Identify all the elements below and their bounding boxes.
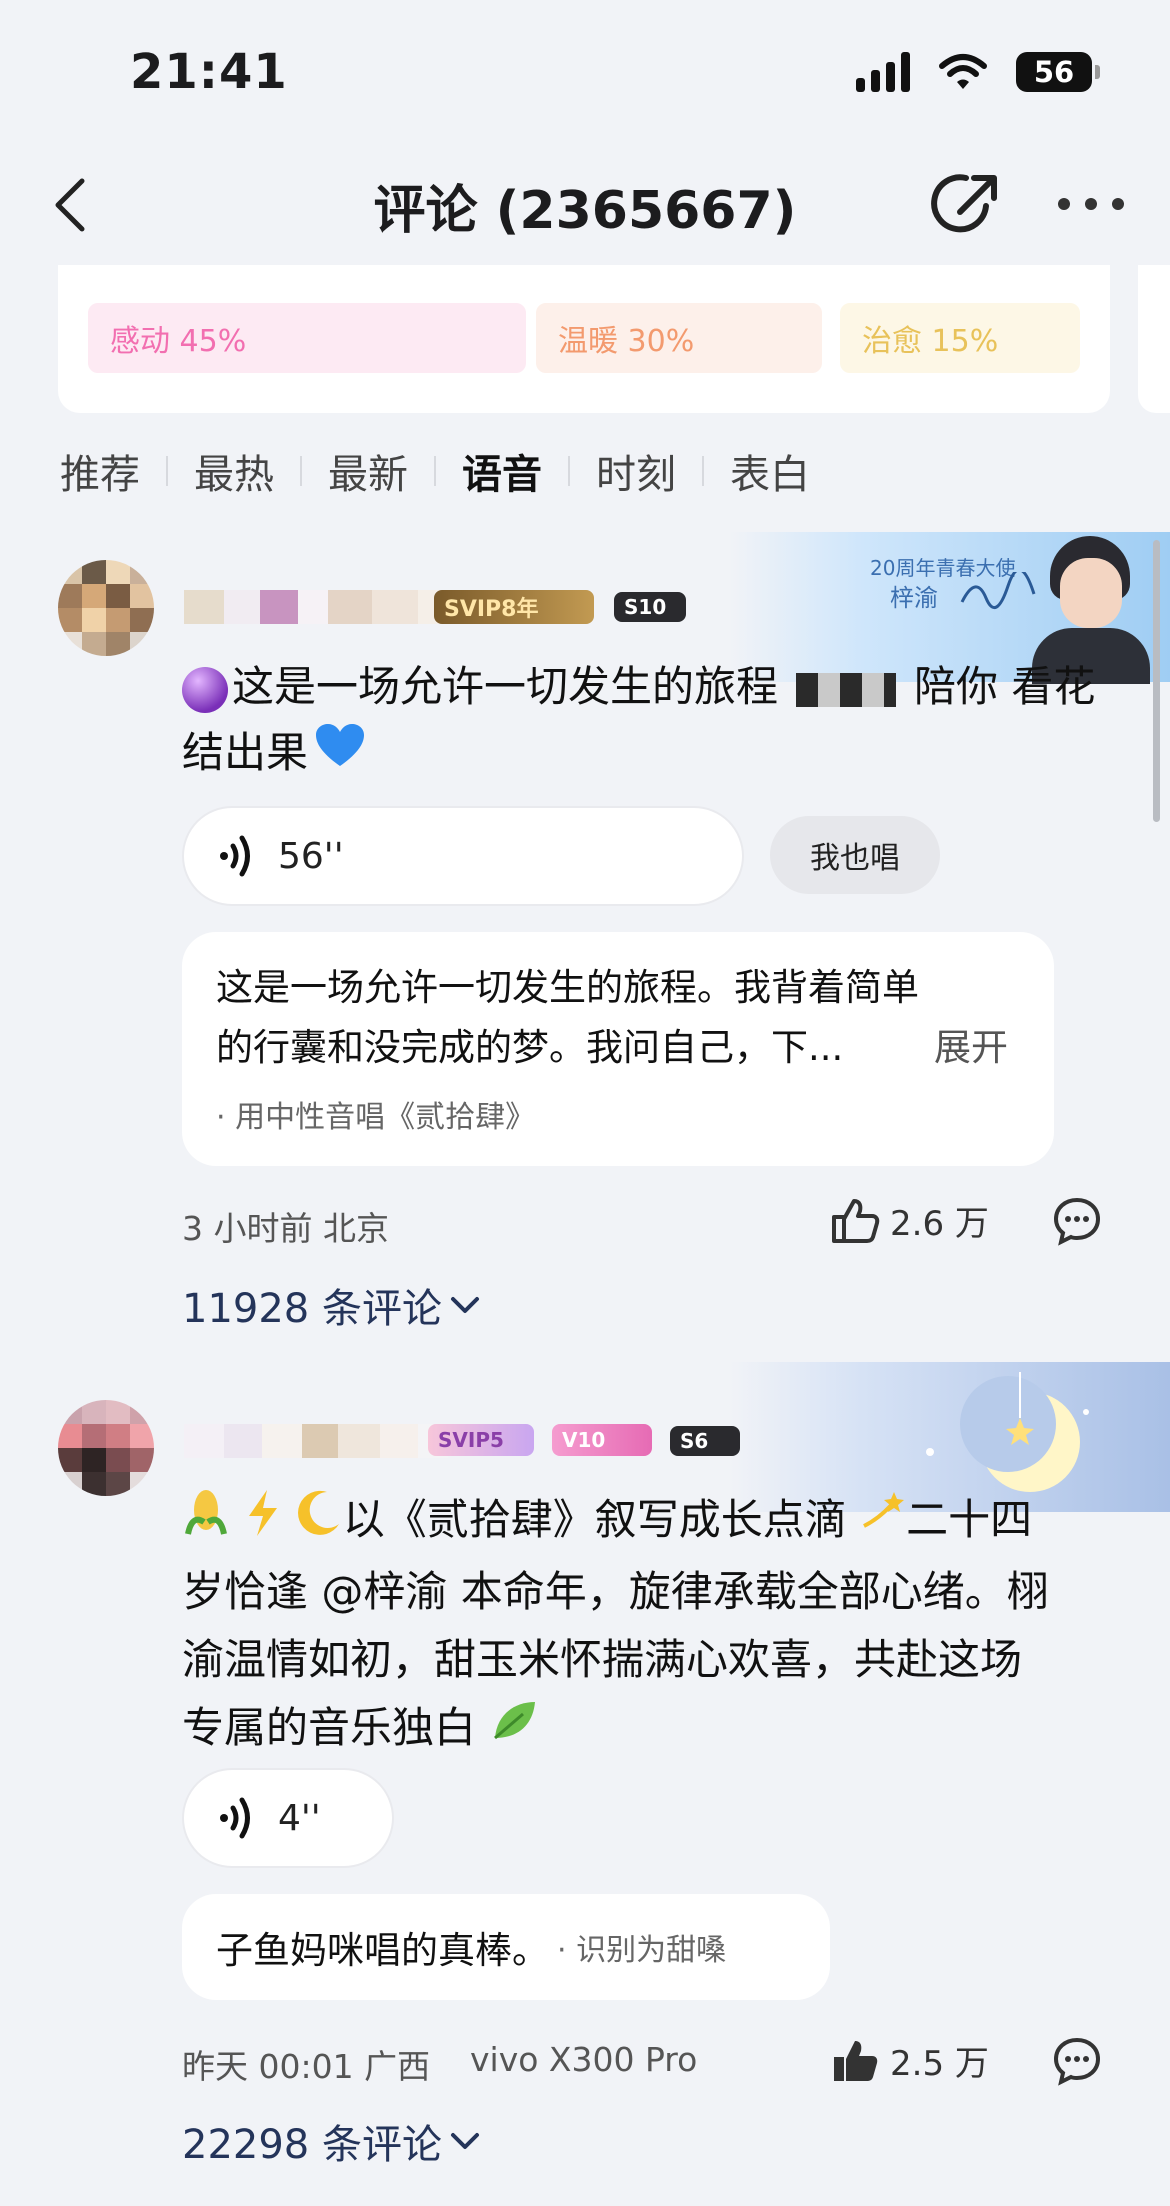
mood-stats-card: 感动 45% 温暖 30% 治愈 15% bbox=[58, 265, 1110, 413]
voice-duration: 4'' bbox=[278, 1797, 321, 1839]
username-blurred[interactable] bbox=[184, 1424, 448, 1458]
tab-voice[interactable]: 语音 bbox=[436, 442, 568, 500]
comment-line-1a: 以《贰拾肆》叙写成长点滴 bbox=[342, 1495, 847, 1544]
chevron-down-icon bbox=[450, 2133, 479, 2149]
vip-level-badge[interactable]: V10 bbox=[552, 1424, 652, 1456]
expand-replies-link[interactable]: 11928 条评论 bbox=[182, 1276, 480, 1334]
banner-name: 梓渝 bbox=[890, 584, 938, 612]
sound-wave-icon bbox=[220, 1797, 250, 1839]
status-time: 21:41 bbox=[130, 44, 288, 100]
level-badge[interactable]: S10 bbox=[614, 592, 686, 622]
like-count: 2.5 万 bbox=[890, 2044, 989, 2084]
voice-text: 子鱼妈咪唱的真棒。 bbox=[216, 1929, 549, 1972]
tab-recommended[interactable]: 推荐 bbox=[60, 442, 166, 500]
battery-level: 56 bbox=[1033, 55, 1075, 89]
reply-icon[interactable] bbox=[1052, 1196, 1102, 1246]
chevron-down-icon bbox=[450, 1297, 479, 1313]
expand-link[interactable]: 展开 bbox=[934, 1018, 1008, 1078]
thumbs-up-icon bbox=[832, 1198, 880, 1243]
scrollbar[interactable] bbox=[1153, 540, 1160, 822]
comment-time-location: 3 小时前 北京 bbox=[182, 1209, 389, 1248]
voice-duration: 56'' bbox=[278, 835, 344, 877]
comment-line-1b: 二十四 bbox=[906, 1495, 1033, 1544]
lyric-card: 这是一场允许一切发生的旅程。我背着简单 的行囊和没完成的梦。我问自己，下... … bbox=[182, 932, 1054, 1166]
level-badge-label: S10 bbox=[624, 595, 667, 619]
reply-icon[interactable] bbox=[1052, 2036, 1102, 2086]
share-icon bbox=[931, 174, 997, 233]
dizzy-star-icon bbox=[860, 1488, 906, 1558]
more-options-icon[interactable] bbox=[1058, 186, 1124, 222]
voice-play-button[interactable]: 4'' bbox=[182, 1768, 394, 1868]
voice-note: · 识别为甜嗓 bbox=[557, 1933, 727, 1968]
lyric-line-2: 的行囊和没完成的梦。我问自己，下... bbox=[216, 1026, 844, 1069]
level-badge-label: S6 bbox=[680, 1429, 709, 1453]
share-button[interactable] bbox=[930, 166, 1006, 242]
tab-hottest[interactable]: 最热 bbox=[168, 442, 300, 500]
comment-line-2: 岁恰逢 @梓渝 本命年，旋律承载全部心绪。栩 bbox=[182, 1566, 1049, 1616]
avatar[interactable] bbox=[58, 1400, 154, 1496]
expand-replies-link[interactable]: 22298 条评论 bbox=[182, 2112, 480, 2170]
level-badge[interactable]: S6 bbox=[670, 1426, 740, 1456]
device-name: vivo X300 Pro bbox=[470, 2040, 698, 2079]
like-button[interactable]: 2.6 万 bbox=[830, 1196, 989, 1245]
tab-latest[interactable]: 最新 bbox=[302, 442, 434, 500]
lightning-icon bbox=[243, 1488, 283, 1558]
tab-moments[interactable]: 时刻 bbox=[570, 442, 702, 500]
blue-heart-icon bbox=[314, 722, 366, 789]
mood-tag-label: 治愈 15% bbox=[862, 324, 999, 359]
tab-confession[interactable]: 表白 bbox=[704, 442, 836, 500]
status-icons: 56 bbox=[856, 48, 1100, 96]
mood-tag-warm[interactable]: 温暖 30% bbox=[536, 303, 822, 373]
corn-icon bbox=[182, 1488, 230, 1558]
reply-count: 22298 条评论 bbox=[182, 2122, 442, 2168]
battery-icon: 56 bbox=[1016, 52, 1100, 92]
username-blurred[interactable] bbox=[184, 590, 452, 624]
leaf-icon bbox=[489, 1696, 539, 1764]
moon-decoration-icon bbox=[926, 1372, 1089, 1492]
comment-text: 这是一场允许一切发生的旅程 陪你 看花结出果 bbox=[182, 654, 1102, 789]
mood-tag-label: 温暖 30% bbox=[558, 324, 695, 359]
mood-tag-healing[interactable]: 治愈 15% bbox=[840, 303, 1080, 373]
lyric-note: · 用中性音唱《贰拾肆》 bbox=[216, 1100, 536, 1135]
wifi-icon bbox=[939, 54, 987, 89]
comment-tabs: 推荐 最热 最新 语音 时刻 表白 bbox=[60, 442, 836, 500]
mood-tag-label: 感动 45% bbox=[110, 324, 247, 359]
comment-line-3: 渝温情如初，甜玉米怀揣满心欢喜，共赴这场 bbox=[182, 1634, 1023, 1684]
like-count: 2.6 万 bbox=[890, 1204, 989, 1244]
voice-play-button[interactable]: 56'' bbox=[182, 806, 744, 906]
svip-badge[interactable]: SVIP8年 bbox=[434, 590, 594, 624]
comment-text-head: 这是一场允许一切发生的旅程 bbox=[232, 662, 779, 711]
thumbs-up-filled-icon bbox=[834, 2040, 878, 2081]
mood-tag-moved[interactable]: 感动 45% bbox=[88, 303, 526, 373]
avatar[interactable] bbox=[58, 560, 154, 656]
svip-badge[interactable]: SVIP5 bbox=[428, 1424, 534, 1456]
cellular-signal-icon bbox=[856, 52, 910, 92]
svip-badge-label: SVIP8年 bbox=[444, 597, 539, 622]
reply-count: 11928 条评论 bbox=[182, 1286, 442, 1332]
sound-wave-icon bbox=[220, 835, 250, 877]
crescent-moon-icon bbox=[297, 1488, 343, 1558]
like-button[interactable]: 2.5 万 bbox=[830, 2036, 989, 2085]
next-card-edge bbox=[1138, 265, 1170, 413]
lyric-line-1: 这是一场允许一切发生的旅程。我背着简单 bbox=[216, 966, 919, 1009]
sing-along-button[interactable]: 我也唱 bbox=[770, 816, 940, 894]
comment-text: 以《贰拾肆》叙写成长点滴 二十四 岁恰逢 @梓渝 本命年，旋律承载全部心绪。栩 … bbox=[182, 1486, 1102, 1764]
crystal-ball-icon bbox=[182, 666, 228, 713]
svip-badge-label: SVIP5 bbox=[438, 1428, 504, 1452]
comment-time-location: 昨天 00:01 广西 bbox=[182, 2047, 431, 2086]
blurred-mention bbox=[796, 672, 897, 707]
comment-line-4: 专属的音乐独白 bbox=[182, 1702, 477, 1752]
voice-text-card: 子鱼妈咪唱的真棒。 · 识别为甜嗓 bbox=[182, 1894, 830, 2000]
vip-level-badge-label: V10 bbox=[562, 1428, 606, 1452]
